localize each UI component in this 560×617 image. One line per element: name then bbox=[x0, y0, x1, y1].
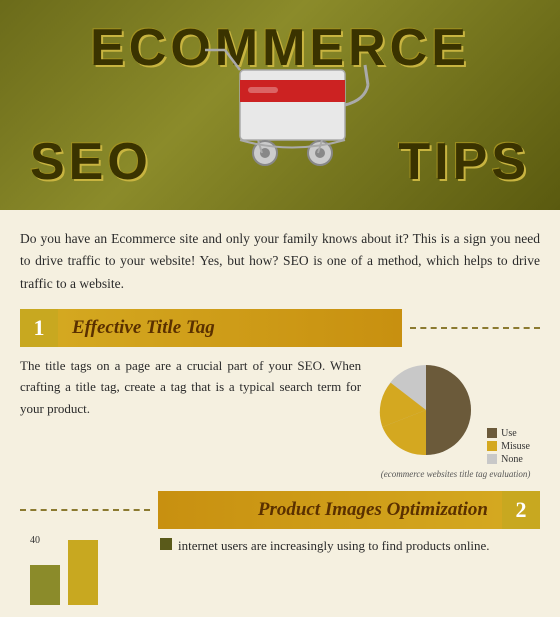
tips-label: TIPS bbox=[398, 132, 530, 192]
section1-header: 1 Effective Title Tag bbox=[20, 309, 540, 347]
legend-color-none bbox=[487, 454, 497, 464]
bar1 bbox=[30, 565, 60, 605]
pie-legend: Use Misuse None bbox=[487, 428, 530, 465]
bullet-square bbox=[160, 538, 172, 550]
header-section: ECOMMERCE SEO bbox=[0, 0, 560, 210]
section2-text: internet users are increasingly using to… bbox=[178, 535, 490, 556]
section2-text-container: internet users are increasingly using to… bbox=[160, 535, 540, 556]
section1-text: The title tags on a page are a crucial p… bbox=[20, 355, 361, 479]
legend-color-misuse bbox=[487, 441, 497, 451]
legend-misuse: Misuse bbox=[487, 441, 530, 452]
section1-dashed-line bbox=[410, 327, 540, 329]
header-bottom: SEO TIPS bbox=[0, 132, 560, 192]
pie-chart-container: Use Misuse None (ecommerce websites titl… bbox=[371, 355, 540, 479]
section1-title-bar: Effective Title Tag bbox=[58, 309, 402, 347]
pie-chart bbox=[371, 355, 481, 465]
section2-dashed-line bbox=[20, 509, 150, 511]
main-content: Do you have an Ecommerce site and only y… bbox=[0, 210, 560, 617]
bar2 bbox=[68, 540, 98, 605]
section1-title: Effective Title Tag bbox=[72, 317, 215, 339]
section2-header: Product Images Optimization 2 bbox=[20, 491, 540, 529]
bar-chart: 40 bbox=[20, 535, 150, 605]
section2-title: Product Images Optimization bbox=[258, 499, 488, 521]
legend-none: None bbox=[487, 454, 530, 465]
legend-label-misuse: Misuse bbox=[501, 441, 530, 452]
legend-label-none: None bbox=[501, 454, 523, 465]
seo-label: SEO bbox=[30, 132, 152, 192]
section2-content: 40 internet users are increasingly using… bbox=[20, 535, 540, 605]
legend-color-use bbox=[487, 428, 497, 438]
bar-chart-label: 40 bbox=[30, 535, 40, 546]
legend-label-use: Use bbox=[501, 428, 517, 439]
legend-use: Use bbox=[487, 428, 530, 439]
section1-content: The title tags on a page are a crucial p… bbox=[20, 355, 540, 479]
intro-paragraph: Do you have an Ecommerce site and only y… bbox=[20, 228, 540, 295]
section1-number: 1 bbox=[20, 309, 58, 347]
section2-number: 2 bbox=[502, 491, 540, 529]
pie-caption: (ecommerce websites title tag evaluation… bbox=[381, 469, 531, 479]
section2-title-bar: Product Images Optimization bbox=[158, 491, 502, 529]
